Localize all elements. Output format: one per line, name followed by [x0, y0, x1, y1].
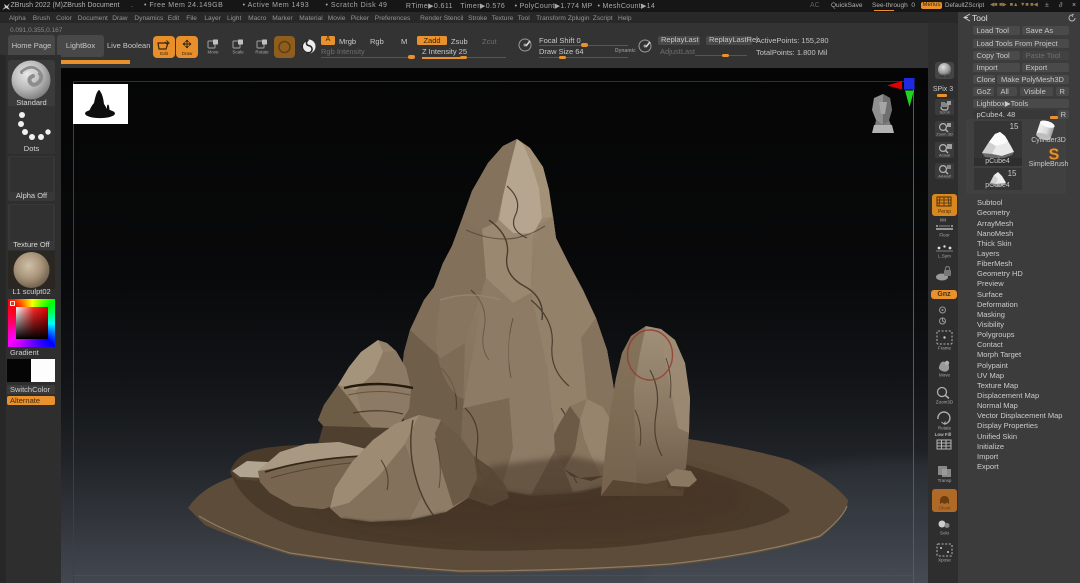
svg-text:Rotate: Rotate — [938, 426, 952, 431]
svg-text:Ghost: Ghost — [938, 506, 951, 511]
svg-text:L.Sym: L.Sym — [938, 254, 951, 259]
svg-text:Frame: Frame — [938, 346, 951, 351]
svg-text:Floor: Floor — [939, 233, 950, 238]
svg-text:Persp: Persp — [938, 209, 951, 215]
svg-text:Xpose: Xpose — [938, 558, 951, 563]
svg-text:Edit: Edit — [160, 51, 169, 56]
svg-text:Solo: Solo — [940, 531, 950, 536]
svg-text:Scroll: Scroll — [939, 110, 949, 115]
svg-text:Scale: Scale — [232, 50, 244, 55]
svg-text:Draw: Draw — [182, 51, 193, 56]
svg-text:Move: Move — [939, 373, 951, 378]
svg-text:Rotate: Rotate — [255, 50, 269, 55]
svg-text:Zoom3D: Zoom3D — [936, 400, 954, 405]
svg-text:BPR: BPR — [940, 73, 948, 78]
svg-text:Actual: Actual — [939, 153, 950, 158]
svg-text:Move: Move — [207, 50, 219, 55]
svg-text:Transp: Transp — [938, 478, 952, 483]
svg-text:AAHalf: AAHalf — [938, 174, 951, 179]
svg-text:Zoom 3D: Zoom 3D — [936, 131, 953, 136]
